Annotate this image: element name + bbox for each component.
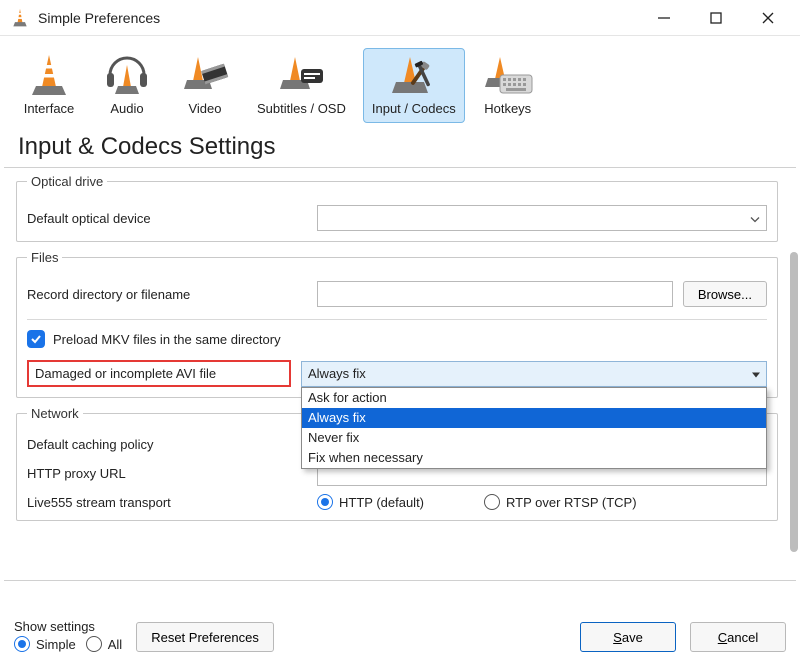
default-optical-device-combo[interactable] <box>317 205 767 231</box>
tab-input-codecs[interactable]: Input / Codecs <box>363 48 465 123</box>
save-button[interactable]: Save <box>580 622 676 652</box>
tab-label: Input / Codecs <box>372 101 456 116</box>
show-settings-label: Show settings <box>14 619 122 634</box>
group-legend: Network <box>27 406 83 421</box>
footer: Show settings Simple All Reset Preferenc… <box>0 611 800 666</box>
record-directory-input[interactable] <box>317 281 673 307</box>
vertical-scrollbar[interactable] <box>790 252 798 552</box>
reset-preferences-button[interactable]: Reset Preferences <box>136 622 274 652</box>
tab-hotkeys[interactable]: Hotkeys <box>473 48 543 123</box>
radio-label: All <box>108 637 122 652</box>
minimize-button[interactable] <box>638 0 690 36</box>
page-title: Input & Codecs Settings <box>4 127 796 168</box>
tab-audio[interactable]: Audio <box>92 48 162 123</box>
window-title: Simple Preferences <box>38 10 160 26</box>
record-directory-label: Record directory or filename <box>27 287 307 302</box>
radio-checked-icon <box>14 636 30 652</box>
show-settings-all-radio[interactable]: All <box>86 636 122 652</box>
cancel-button[interactable]: Cancel <box>690 622 786 652</box>
damaged-avi-label: Damaged or incomplete AVI file <box>27 360 291 387</box>
radio-checked-icon <box>317 494 333 510</box>
show-settings-simple-radio[interactable]: Simple <box>14 636 76 652</box>
group-legend: Files <box>27 250 62 265</box>
tab-interface[interactable]: Interface <box>14 48 84 123</box>
combo-option[interactable]: Never fix <box>302 428 766 448</box>
titlebar: Simple Preferences <box>0 0 800 36</box>
radio-unchecked-icon <box>86 636 102 652</box>
chevron-down-icon <box>750 211 760 226</box>
group-legend: Optical drive <box>27 174 107 189</box>
caching-policy-label: Default caching policy <box>27 437 307 452</box>
film-cone-icon <box>181 53 229 97</box>
group-files: Files Record directory or filename Brows… <box>16 250 778 398</box>
dropdown-caret-icon <box>752 366 760 381</box>
maximize-button[interactable] <box>690 0 742 36</box>
tab-label: Hotkeys <box>484 101 531 116</box>
radio-label: HTTP (default) <box>339 495 424 510</box>
tab-label: Interface <box>24 101 75 116</box>
tools-cone-icon <box>390 53 438 97</box>
browse-button[interactable]: Browse... <box>683 281 767 307</box>
tab-label: Video <box>188 101 221 116</box>
checkbox-label: Preload MKV files in the same directory <box>53 332 281 347</box>
tab-subtitles[interactable]: Subtitles / OSD <box>248 48 355 123</box>
category-toolbar: Interface Audio Vi <box>0 36 800 127</box>
vlc-cone-icon <box>10 8 30 28</box>
radio-unchecked-icon <box>484 494 500 510</box>
live555-rtp-radio[interactable]: RTP over RTSP (TCP) <box>484 494 637 510</box>
combo-option[interactable]: Always fix <box>302 408 766 428</box>
live555-http-radio[interactable]: HTTP (default) <box>317 494 424 510</box>
separator <box>4 580 796 581</box>
damaged-avi-options-list: Ask for action Always fix Never fix Fix … <box>301 387 767 469</box>
cone-icon <box>28 53 70 97</box>
combo-option[interactable]: Ask for action <box>302 388 766 408</box>
live555-label: Live555 stream transport <box>27 495 307 510</box>
headphones-cone-icon <box>104 53 150 97</box>
separator <box>27 319 767 320</box>
group-optical-drive: Optical drive Default optical device <box>16 174 778 242</box>
close-button[interactable] <box>742 0 794 36</box>
damaged-avi-combo[interactable]: Always fix Ask for action Always fix Nev… <box>301 361 767 387</box>
preload-mkv-checkbox[interactable]: Preload MKV files in the same directory <box>27 330 767 348</box>
tab-label: Subtitles / OSD <box>257 101 346 116</box>
checkbox-checked-icon <box>27 330 45 348</box>
subtitle-cone-icon <box>277 53 325 97</box>
combo-value: Always fix <box>308 366 366 381</box>
combo-option[interactable]: Fix when necessary <box>302 448 766 468</box>
default-optical-device-label: Default optical device <box>27 211 307 226</box>
keyboard-cone-icon <box>482 53 534 97</box>
tab-label: Audio <box>110 101 143 116</box>
proxy-url-label: HTTP proxy URL <box>27 466 307 481</box>
tab-video[interactable]: Video <box>170 48 240 123</box>
radio-label: RTP over RTSP (TCP) <box>506 495 637 510</box>
radio-label: Simple <box>36 637 76 652</box>
